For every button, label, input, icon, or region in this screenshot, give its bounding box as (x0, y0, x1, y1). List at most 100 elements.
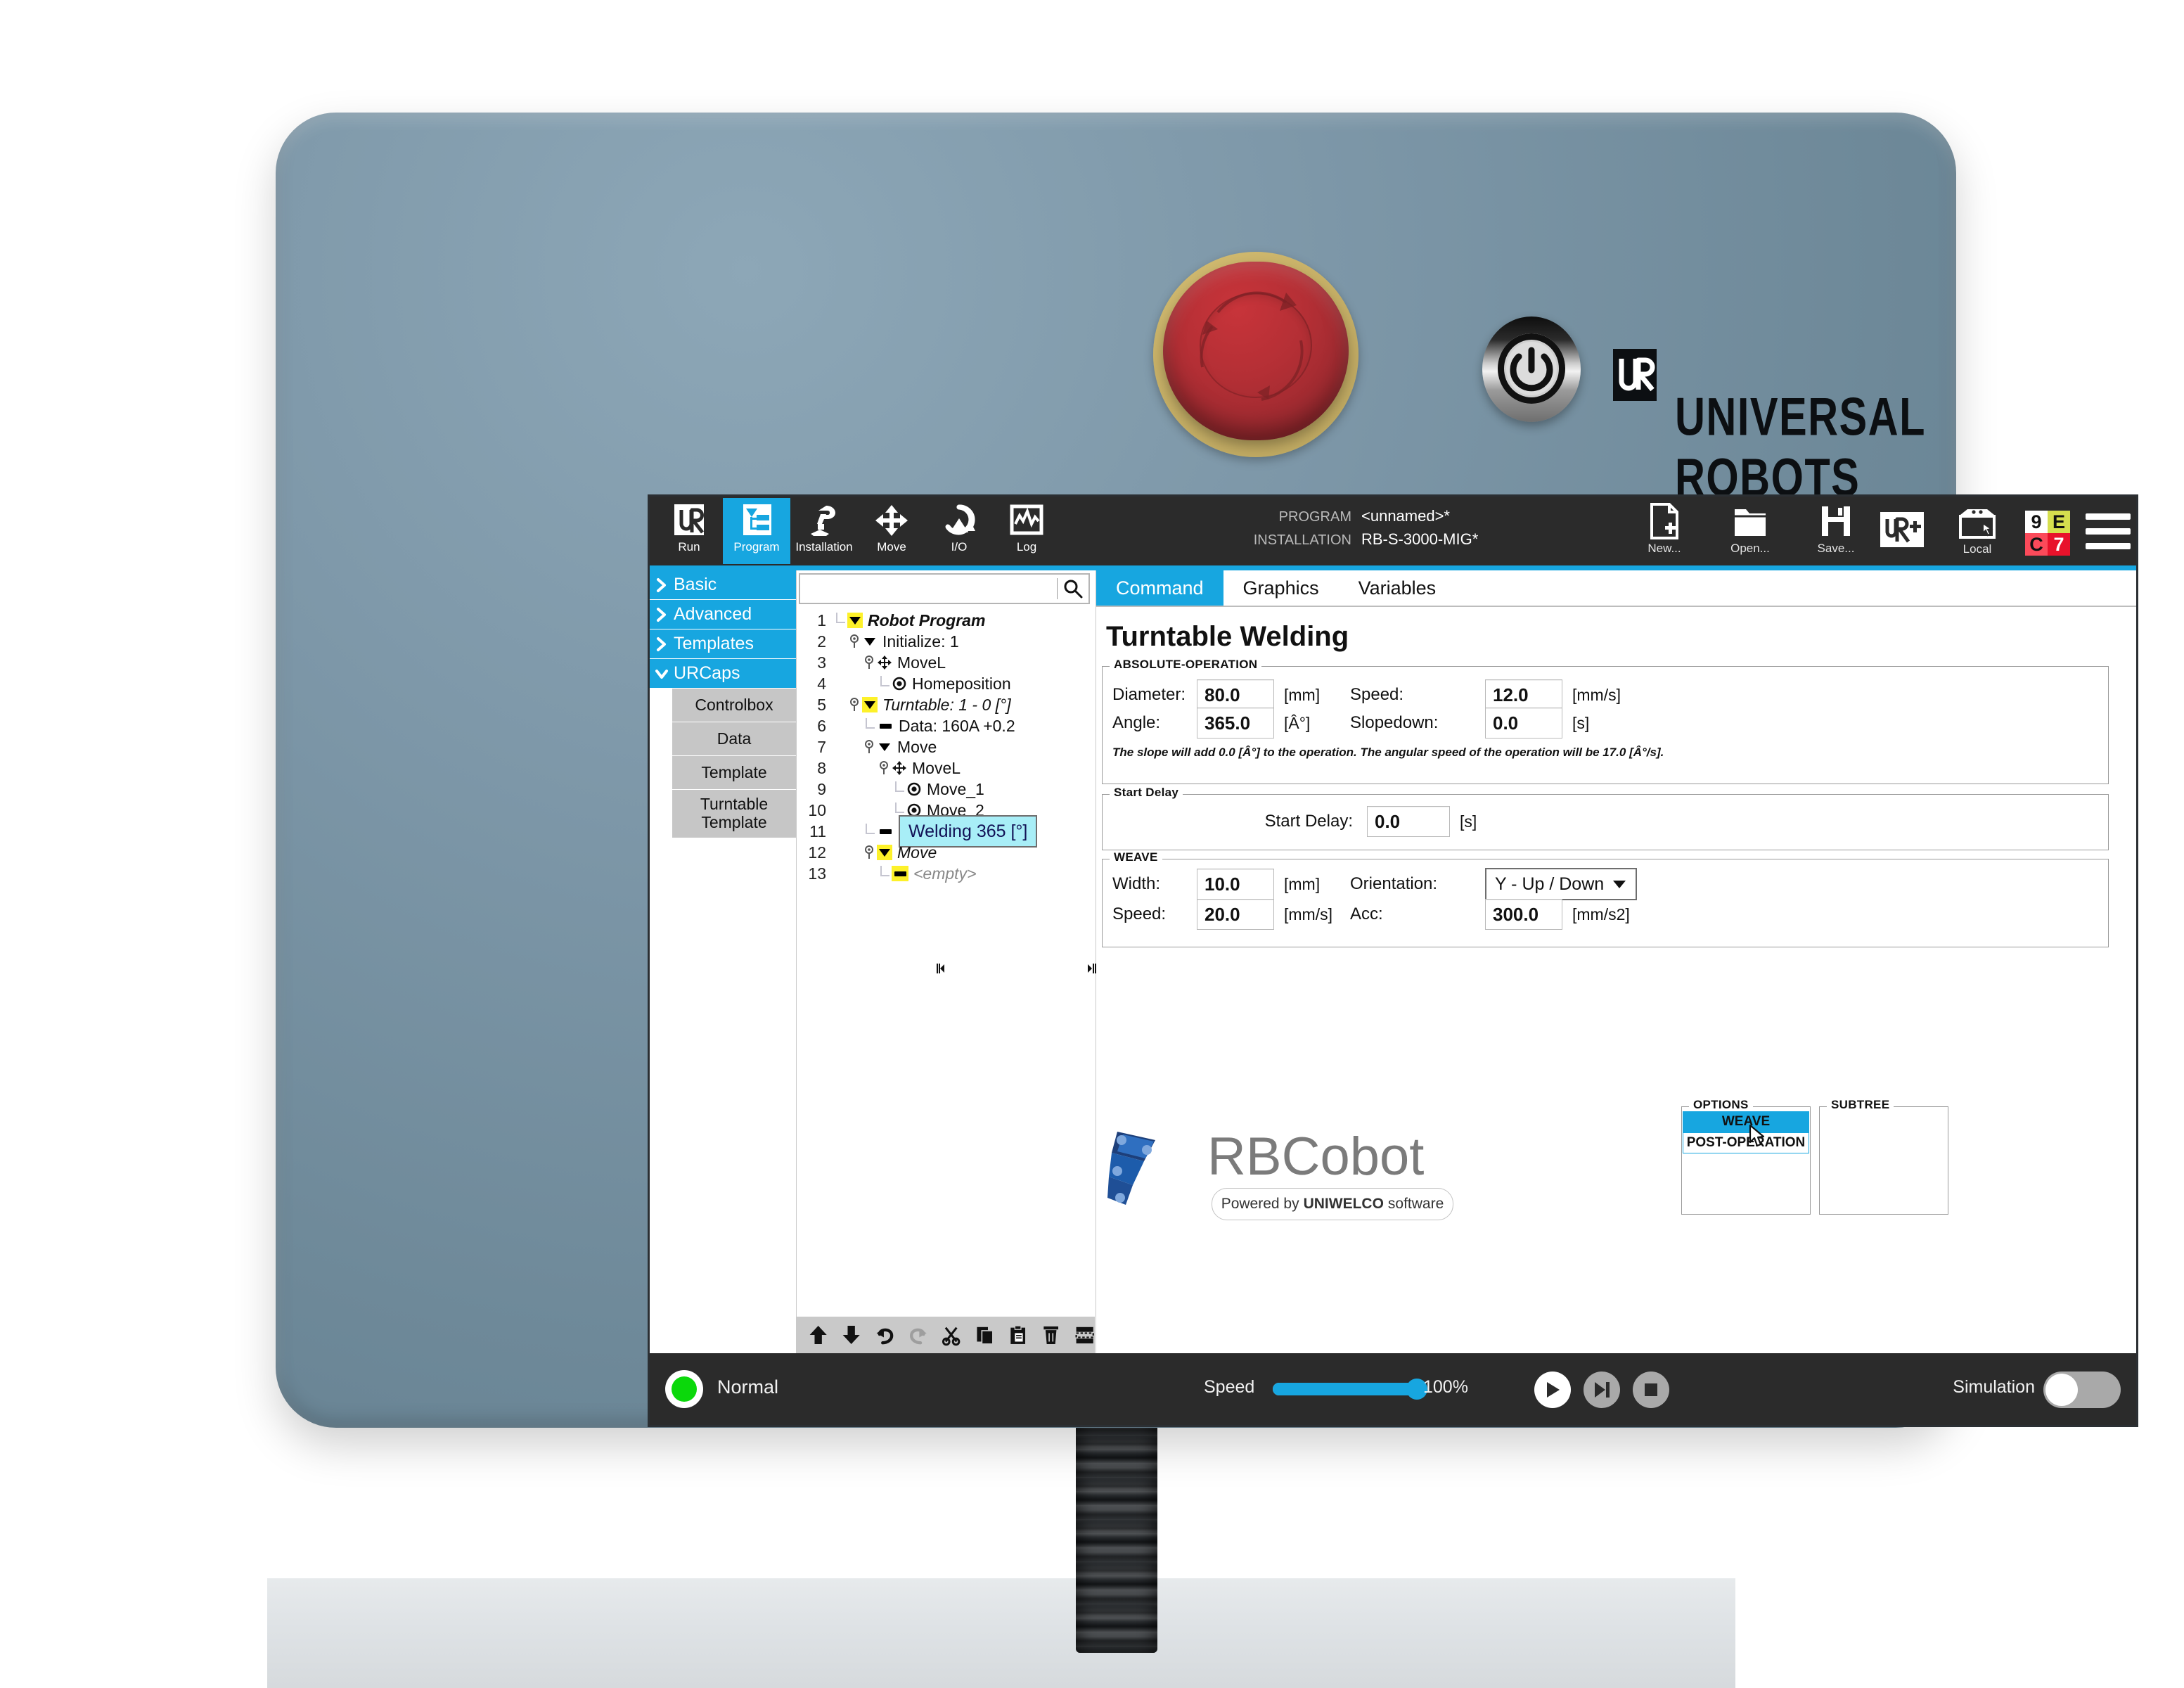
tree-row[interactable]: 2 Initialize: 1 (797, 631, 1095, 652)
dash-node-icon (877, 824, 894, 839)
emergency-stop-button[interactable] (1163, 262, 1349, 440)
tree-row-label: Move (897, 737, 937, 756)
collapse-pin-icon[interactable] (863, 845, 875, 860)
file-action-label: Open... (1730, 542, 1770, 555)
collapse-pin-icon[interactable] (848, 634, 861, 649)
tree-row[interactable]: 13 <empty> (797, 863, 1095, 884)
tree-row[interactable]: 3 MoveL (797, 652, 1095, 673)
angle-input[interactable]: 365.0 (1197, 708, 1274, 738)
program-tree-panel: 1 Robot Program 2 Initialize: 1 3 MoveL 4 Homep… (796, 570, 1095, 1353)
power-button[interactable] (1482, 316, 1581, 422)
tree-row-label: Turntable: 1 - 0 [°] (882, 695, 1011, 714)
option-post-operation[interactable]: POST-OPERATION (1683, 1132, 1809, 1153)
weave-width-input[interactable]: 10.0 (1197, 869, 1274, 900)
open-program-button[interactable]: Open... (1720, 502, 1780, 556)
new-program-button[interactable]: New... (1634, 502, 1695, 556)
start-delay-input[interactable]: 0.0 (1367, 806, 1450, 837)
slopedown-input[interactable]: 0.0 (1485, 708, 1562, 738)
move-up-icon[interactable] (808, 1323, 828, 1347)
save-floppy-icon (1822, 506, 1850, 536)
robot-arm-icon (811, 506, 835, 536)
copy-icon[interactable] (975, 1323, 995, 1347)
tree-row[interactable]: 6 Data: 160A +0.2 (797, 715, 1095, 736)
search-icon[interactable] (1058, 579, 1088, 599)
save-program-button[interactable]: Save... (1806, 502, 1866, 556)
nav-tab-program[interactable]: Program (723, 498, 790, 564)
program-tree[interactable]: 1 Robot Program 2 Initialize: 1 3 MoveL 4 Homep… (797, 610, 1095, 1271)
slopedown-label: Slopedown: (1350, 713, 1439, 732)
nav-tab-label: Installation (795, 540, 853, 554)
suppress-icon[interactable] (1074, 1323, 1095, 1347)
speed-slider-fill (1273, 1383, 1417, 1395)
delete-icon[interactable] (1041, 1323, 1061, 1347)
collapse-pin-icon[interactable] (863, 655, 875, 670)
triangle-toggle-icon[interactable] (862, 634, 878, 649)
tree-row[interactable]: 7 Move (797, 736, 1095, 757)
chevron-down-icon (650, 665, 674, 682)
speed-slider[interactable] (1273, 1379, 1427, 1400)
weave-speed-input[interactable]: 20.0 (1197, 899, 1274, 930)
triangle-toggle-icon[interactable] (862, 697, 878, 712)
nav-tab-log[interactable]: Log (993, 498, 1060, 564)
hamburger-menu-icon[interactable] (2086, 513, 2131, 549)
local-control-button[interactable]: Local (1945, 506, 2010, 556)
diameter-input[interactable]: 80.0 (1197, 679, 1274, 710)
triangle-toggle-icon[interactable] (847, 613, 863, 628)
triangle-toggle-icon[interactable] (877, 739, 892, 755)
stop-button[interactable] (1633, 1372, 1669, 1408)
speed-input[interactable]: 12.0 (1485, 679, 1562, 710)
triangle-toggle-icon[interactable] (877, 845, 892, 860)
tree-row-label: MoveL (897, 653, 946, 672)
tree-row[interactable]: 1 Robot Program (797, 610, 1095, 631)
play-button[interactable] (1534, 1372, 1571, 1408)
search-input[interactable] (800, 575, 1057, 603)
tree-row[interactable]: 11 Welding 365 [°] (797, 815, 1095, 848)
paste-icon[interactable] (1008, 1323, 1028, 1347)
collapse-pin-icon[interactable] (878, 760, 890, 776)
weave-speed-label: Speed: (1112, 904, 1167, 923)
right-splitter-handle[interactable] (1085, 959, 1096, 978)
ur-plus-icon[interactable] (1879, 511, 1929, 550)
tree-row[interactable]: 5 Turntable: 1 - 0 [°] (797, 694, 1095, 715)
sidebar-item-urcaps[interactable]: URCaps (650, 659, 796, 689)
tab-graphics[interactable]: Graphics (1223, 570, 1339, 606)
move-down-icon[interactable] (841, 1323, 861, 1347)
weave-speed-unit: [mm/s] (1284, 904, 1332, 923)
options-group: OPTIONS WEAVE POST-OPERATION (1681, 1098, 1811, 1215)
nav-tab-label: Program (733, 540, 780, 554)
tree-row[interactable]: 4 Homeposition (797, 673, 1095, 694)
sidebar-item-templates[interactable]: Templates (650, 629, 796, 659)
tab-command[interactable]: Command (1096, 570, 1223, 606)
cut-icon[interactable] (941, 1323, 961, 1347)
sidebar-subitem-turntable-template[interactable]: Turntable Template (672, 790, 796, 838)
simulation-toggle[interactable] (2043, 1372, 2121, 1408)
nav-tab-installation[interactable]: Installation (790, 498, 858, 564)
nav-tab-move[interactable]: Move (858, 498, 925, 564)
weave-orientation-select[interactable]: Y - Up / Down (1485, 868, 1637, 900)
sidebar-subitem-data[interactable]: Data (672, 722, 796, 756)
option-weave[interactable]: WEAVE (1683, 1111, 1809, 1132)
undo-icon[interactable] (875, 1323, 895, 1347)
nav-tab-io[interactable]: I/O (925, 498, 993, 564)
redo-icon[interactable] (908, 1323, 928, 1347)
weave-acc-input[interactable]: 300.0 (1485, 899, 1562, 930)
tree-row[interactable]: 8 MoveL (797, 757, 1095, 779)
sidebar-item-basic[interactable]: Basic (650, 570, 796, 600)
tree-row[interactable]: 9 Move_1 (797, 779, 1095, 800)
sidebar-item-advanced[interactable]: Advanced (650, 600, 796, 629)
collapse-pin-icon[interactable] (863, 739, 875, 755)
tab-variables[interactable]: Variables (1339, 570, 1456, 606)
installation-key: INSTALLATION (1253, 532, 1351, 548)
teach-pendant-body: UNIVERSAL ROBOTS Run Program Installatio… (276, 113, 2136, 1428)
safety-status-badge[interactable]: 9 E C 7 (2025, 511, 2070, 556)
step-button[interactable] (1584, 1372, 1620, 1408)
left-splitter-handle[interactable] (936, 959, 947, 978)
sidebar-subitem-controlbox[interactable]: Controlbox (672, 689, 796, 722)
move-arrows-icon (875, 505, 908, 536)
content-tabs: Command Graphics Variables (1096, 570, 2136, 607)
nav-tab-run[interactable]: Run (655, 498, 723, 564)
program-tree-icon (743, 504, 771, 535)
tree-row-number: 13 (808, 864, 826, 883)
collapse-pin-icon[interactable] (848, 697, 861, 712)
sidebar-subitem-template[interactable]: Template (672, 756, 796, 790)
